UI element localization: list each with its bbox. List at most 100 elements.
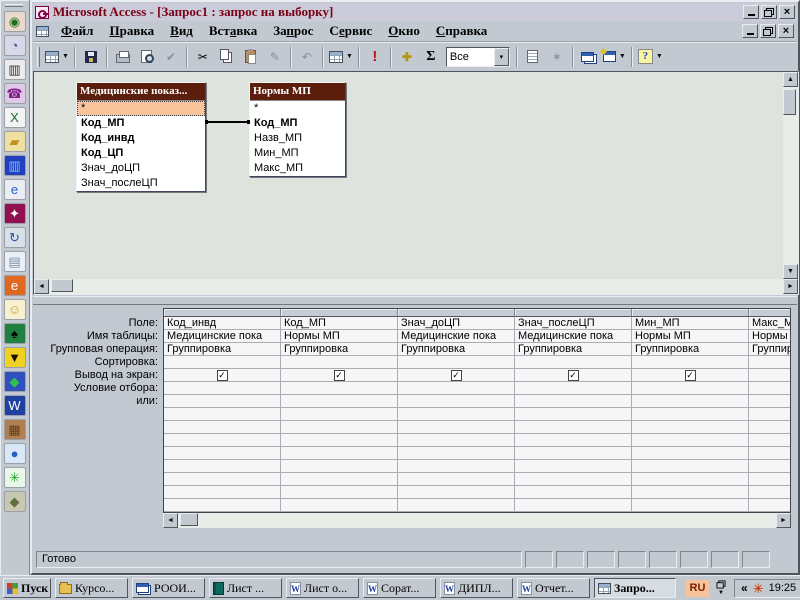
qbe-cell-sort-col1[interactable] [281, 356, 398, 369]
scroll-up-icon[interactable]: ▲ [783, 72, 798, 87]
qbe-cell-show-col4[interactable]: ✓ [632, 369, 749, 382]
qbe-cell-empty-col1[interactable] [281, 460, 398, 473]
tray-flower-icon[interactable]: ✳ [753, 582, 764, 595]
qbe-cell-empty-col2[interactable] [398, 486, 515, 499]
qbe-cell-table-col5[interactable]: Нормы МП [749, 330, 791, 343]
build-button[interactable]: ✶ [545, 45, 569, 68]
word-icon[interactable]: W [4, 395, 26, 416]
qbe-cell-field-col4[interactable]: Мин_МП [632, 317, 749, 330]
qbe-cell-empty-col2[interactable] [398, 408, 515, 421]
menu-item-3[interactable]: Вставка [201, 23, 265, 38]
qbe-cell-empty-col0[interactable] [164, 434, 281, 447]
dropdown-arrow-icon[interactable]: ▼ [619, 53, 626, 60]
table-field[interactable]: Назв_МП [250, 131, 345, 146]
qbe-cell-empty-col0[interactable] [164, 499, 281, 512]
qbe-cell-head-col4[interactable] [632, 309, 749, 317]
eye-icon[interactable]: ◉ [4, 11, 26, 32]
qbe-cell-table-col0[interactable]: Медицинские пока [164, 330, 281, 343]
show-checkbox[interactable]: ✓ [217, 370, 228, 381]
qbe-cell-empty-col0[interactable] [164, 473, 281, 486]
dropdown-arrow-icon[interactable]: ▼ [656, 53, 663, 60]
qbe-cell-empty-col5[interactable] [749, 473, 791, 486]
access-key-icon[interactable]: ✦ [4, 203, 26, 224]
help-button[interactable]: ?▼ [636, 45, 665, 68]
taskbar-task-5[interactable]: WДИПЛ... [440, 578, 513, 598]
print-preview-button[interactable] [135, 45, 159, 68]
qbe-cell-empty-col3[interactable] [515, 473, 632, 486]
scroll-right-icon[interactable]: ► [783, 279, 798, 294]
qbe-cell-empty-col4[interactable] [632, 421, 749, 434]
qbe-cell-empty-col1[interactable] [281, 408, 398, 421]
qbe-cell-sort-col4[interactable] [632, 356, 749, 369]
qbe-cell-empty-col3[interactable] [515, 460, 632, 473]
qbe-cell-empty-col4[interactable] [632, 408, 749, 421]
dropdown-arrow-icon[interactable]: ▼ [346, 53, 353, 60]
table-field[interactable]: Знач_послеЦП [77, 176, 205, 191]
qbe-cell-empty-col4[interactable] [632, 434, 749, 447]
taskbar-task-6[interactable]: WОтчет... [517, 578, 590, 598]
child-restore-button[interactable] [760, 24, 776, 38]
scroll-thumb[interactable] [51, 279, 73, 292]
qbe-cell-empty-col4[interactable] [632, 486, 749, 499]
language-indicator[interactable]: RU [686, 580, 709, 597]
query-window-icon[interactable] [36, 26, 49, 37]
icq-flower-icon[interactable]: ✳ [4, 467, 26, 488]
table-field[interactable]: Мин_МП [250, 146, 345, 161]
show-checkbox[interactable]: ✓ [334, 370, 345, 381]
table-field[interactable]: Код_ЦП [77, 146, 205, 161]
qbe-cell-or-col5[interactable] [749, 395, 791, 408]
orange-e-icon[interactable]: e [4, 275, 26, 296]
qbe-cell-empty-col0[interactable] [164, 447, 281, 460]
paste-button[interactable] [239, 45, 263, 68]
qbe-cell-field-col0[interactable]: Код_инвд [164, 317, 281, 330]
chart-icon[interactable]: ▥ [4, 59, 26, 80]
filter-combo[interactable]: Все▾ [446, 47, 510, 67]
qbe-cell-operation-col3[interactable]: Группировка [515, 343, 632, 356]
spade-card-icon[interactable]: ♠ [4, 323, 26, 344]
qbe-cell-head-col5[interactable] [749, 309, 791, 317]
show-checkbox[interactable]: ✓ [451, 370, 462, 381]
notepad-icon[interactable]: ▤ [4, 251, 26, 272]
qbe-cell-or-col3[interactable] [515, 395, 632, 408]
menu-item-1[interactable]: Правка [101, 23, 162, 38]
child-minimize-button[interactable] [742, 24, 758, 38]
dropdown-arrow-icon[interactable]: ▼ [62, 53, 69, 60]
qbe-cell-criteria-col3[interactable] [515, 382, 632, 395]
qbe-cell-head-col1[interactable] [281, 309, 398, 317]
taskbar-task-0[interactable]: Курсо... [55, 578, 128, 598]
qbe-cell-field-col3[interactable]: Знач_послеЦП [515, 317, 632, 330]
table-field[interactable]: Знач_доЦП [77, 161, 205, 176]
qbe-cell-table-col1[interactable]: Нормы МП [281, 330, 398, 343]
qbe-cell-table-col3[interactable]: Медицинские пока [515, 330, 632, 343]
taskbar-task-4[interactable]: WСорат... [363, 578, 436, 598]
totals-button[interactable]: Σ [419, 45, 443, 68]
qbe-cell-head-col3[interactable] [515, 309, 632, 317]
qbe-cell-field-col5[interactable]: Макс_МП [749, 317, 791, 330]
qbe-cell-empty-col2[interactable] [398, 434, 515, 447]
restore-button[interactable] [761, 5, 777, 19]
qbe-cell-operation-col4[interactable]: Группировка [632, 343, 749, 356]
qbe-cell-empty-col3[interactable] [515, 434, 632, 447]
print-button[interactable] [111, 45, 135, 68]
close-button[interactable]: × [779, 5, 795, 19]
medal-icon[interactable]: ◆ [4, 491, 26, 512]
qbe-cell-empty-col0[interactable] [164, 408, 281, 421]
qbe-cell-empty-col5[interactable] [749, 421, 791, 434]
qbe-cell-table-col2[interactable]: Медицинские пока [398, 330, 515, 343]
qbe-cell-empty-col5[interactable] [749, 499, 791, 512]
qbe-cell-table-col4[interactable]: Нормы МП [632, 330, 749, 343]
qbe-cell-empty-col5[interactable] [749, 408, 791, 421]
qbe-cell-empty-col4[interactable] [632, 447, 749, 460]
taskbar-task-2[interactable]: Лист ... [209, 578, 282, 598]
scroll-thumb[interactable] [783, 89, 796, 115]
scroll-down-icon[interactable]: ▼ [783, 264, 798, 279]
qbe-cell-operation-col5[interactable]: Группировка [749, 343, 791, 356]
qbe-cell-criteria-col1[interactable] [281, 382, 398, 395]
taskbar-task-1[interactable]: РООИ... [132, 578, 205, 598]
scroll-left-icon[interactable]: ◄ [163, 513, 178, 528]
menu-item-0[interactable]: Файл [53, 23, 101, 38]
qbe-cell-head-col0[interactable] [164, 309, 281, 317]
folder-icon[interactable]: ▰ [4, 131, 26, 152]
qbe-cell-empty-col0[interactable] [164, 460, 281, 473]
table-field[interactable]: * [250, 101, 345, 116]
